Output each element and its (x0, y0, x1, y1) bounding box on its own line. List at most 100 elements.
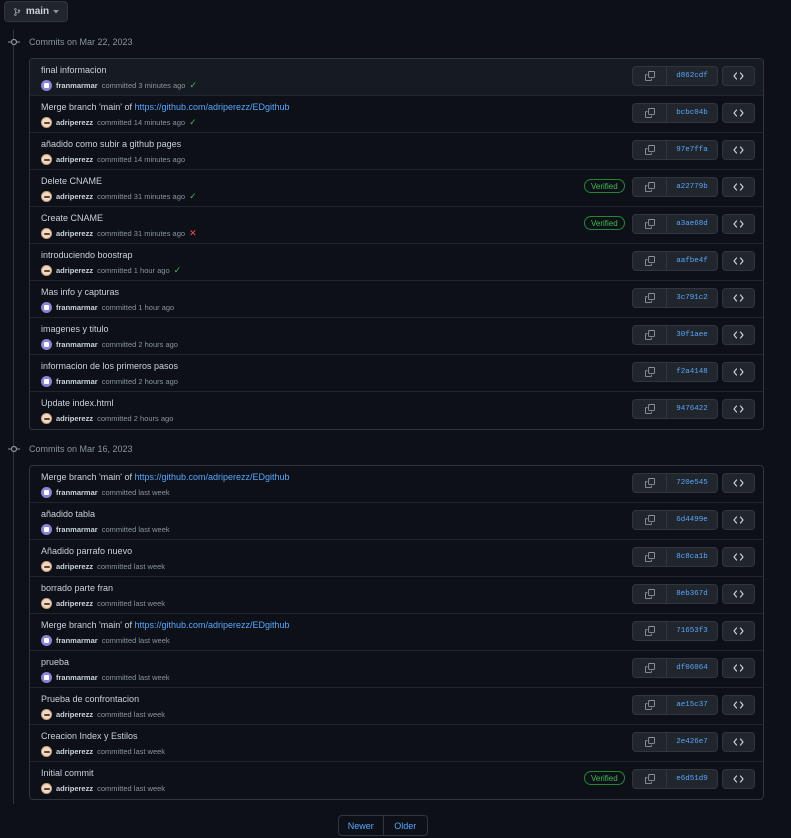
avatar[interactable] (41, 746, 52, 757)
avatar[interactable] (41, 561, 52, 572)
commit-message[interactable]: Create CNAME (41, 213, 103, 223)
commit-sha-link[interactable]: 720e545 (667, 474, 717, 492)
commit-sha-link[interactable]: 97e7ffa (667, 141, 717, 159)
avatar[interactable] (41, 80, 52, 91)
copy-sha-button[interactable] (633, 141, 667, 159)
copy-sha-button[interactable] (633, 104, 667, 122)
commit-message[interactable]: borrado parte fran (41, 583, 113, 593)
commit-sha-link[interactable]: 6d4499e (667, 511, 717, 529)
newer-button[interactable]: Newer (339, 816, 384, 835)
commit-sha-link[interactable]: a22779b (667, 178, 717, 196)
avatar[interactable] (41, 117, 52, 128)
copy-sha-button[interactable] (633, 548, 667, 566)
commit-author[interactable]: adriperezz (56, 747, 93, 756)
check-icon[interactable]: ✓ (189, 117, 197, 128)
commit-sha-link[interactable]: aafbe4f (667, 252, 717, 270)
commit-author[interactable]: franmarmar (56, 340, 98, 349)
avatar[interactable] (41, 339, 52, 350)
commit-title[interactable]: Merge branch 'main' of (41, 102, 134, 112)
copy-sha-button[interactable] (633, 400, 667, 418)
commit-sha-link[interactable]: 2e426e7 (667, 733, 717, 751)
copy-sha-button[interactable] (633, 733, 667, 751)
commit-message[interactable]: informacion de los primeros pasos (41, 361, 178, 371)
browse-repo-button[interactable] (722, 658, 755, 678)
browse-repo-button[interactable] (722, 214, 755, 234)
commit-message[interactable]: Añadido parrafo nuevo (41, 546, 132, 556)
commit-message[interactable]: introduciendo boostrap (41, 250, 133, 260)
commit-message[interactable]: Prueba de confrontacion (41, 694, 139, 704)
commit-title[interactable]: Merge branch 'main' of (41, 620, 134, 630)
commit-title[interactable]: Delete CNAME (41, 176, 102, 186)
check-icon[interactable]: ✓ (189, 80, 197, 91)
commit-author[interactable]: adriperezz (56, 599, 93, 608)
commit-title[interactable]: Update index.html (41, 398, 114, 408)
browse-repo-button[interactable] (722, 288, 755, 308)
check-icon[interactable]: ✓ (189, 191, 197, 202)
commit-title[interactable]: imagenes y titulo (41, 324, 109, 334)
commit-author[interactable]: adriperezz (56, 192, 93, 201)
copy-sha-button[interactable] (633, 511, 667, 529)
verified-badge[interactable]: Verified (584, 771, 625, 785)
browse-repo-button[interactable] (722, 103, 755, 123)
copy-sha-button[interactable] (633, 696, 667, 714)
browse-repo-button[interactable] (722, 177, 755, 197)
commit-title[interactable]: añadido tabla (41, 509, 95, 519)
avatar[interactable] (41, 228, 52, 239)
browse-repo-button[interactable] (722, 695, 755, 715)
commit-title[interactable]: añadido como subir a github pages (41, 139, 181, 149)
commit-message[interactable]: Merge branch 'main' of https://github.co… (41, 102, 290, 112)
commit-message[interactable]: Update index.html (41, 398, 114, 408)
commit-message[interactable]: añadido como subir a github pages (41, 139, 181, 149)
copy-sha-button[interactable] (633, 215, 667, 233)
browse-repo-button[interactable] (722, 251, 755, 271)
commit-title[interactable]: Initial commit (41, 768, 94, 778)
commit-author[interactable]: adriperezz (56, 118, 93, 127)
commit-message[interactable]: Mas info y capturas (41, 287, 119, 297)
repo-link[interactable]: https://github.com/adriperezz/EDgithub (134, 620, 289, 630)
check-icon[interactable]: ✓ (174, 265, 182, 276)
commit-author[interactable]: adriperezz (56, 784, 93, 793)
commit-author[interactable]: adriperezz (56, 414, 93, 423)
commit-sha-link[interactable]: a3ae68d (667, 215, 717, 233)
browse-repo-button[interactable] (722, 621, 755, 641)
avatar[interactable] (41, 635, 52, 646)
browse-repo-button[interactable] (722, 399, 755, 419)
commit-message[interactable]: Delete CNAME (41, 176, 102, 186)
commit-sha-link[interactable]: f2a4148 (667, 363, 717, 381)
commit-title[interactable]: Mas info y capturas (41, 287, 119, 297)
commit-title[interactable]: Añadido parrafo nuevo (41, 546, 132, 556)
avatar[interactable] (41, 783, 52, 794)
commit-sha-link[interactable]: 30f1aee (667, 326, 717, 344)
copy-sha-button[interactable] (633, 659, 667, 677)
avatar[interactable] (41, 302, 52, 313)
commit-author[interactable]: adriperezz (56, 562, 93, 571)
avatar[interactable] (41, 265, 52, 276)
browse-repo-button[interactable] (722, 547, 755, 567)
commit-author[interactable]: franmarmar (56, 636, 98, 645)
browse-repo-button[interactable] (722, 325, 755, 345)
avatar[interactable] (41, 154, 52, 165)
copy-sha-button[interactable] (633, 585, 667, 603)
copy-sha-button[interactable] (633, 770, 667, 788)
commit-title[interactable]: prueba (41, 657, 69, 667)
browse-repo-button[interactable] (722, 769, 755, 789)
older-button[interactable]: Older (384, 816, 428, 835)
copy-sha-button[interactable] (633, 252, 667, 270)
commit-sha-link[interactable]: 8c8ca1b (667, 548, 717, 566)
commit-message[interactable]: prueba (41, 657, 69, 667)
avatar[interactable] (41, 487, 52, 498)
commit-author[interactable]: franmarmar (56, 525, 98, 534)
commit-author[interactable]: adriperezz (56, 155, 93, 164)
commit-author[interactable]: franmarmar (56, 303, 98, 312)
commit-sha-link[interactable]: ae15c37 (667, 696, 717, 714)
repo-link[interactable]: https://github.com/adriperezz/EDgithub (134, 102, 289, 112)
commit-author[interactable]: franmarmar (56, 377, 98, 386)
commit-sha-link[interactable]: bcbc04b (667, 104, 717, 122)
copy-sha-button[interactable] (633, 363, 667, 381)
avatar[interactable] (41, 524, 52, 535)
commit-sha-link[interactable]: df06064 (667, 659, 717, 677)
commit-sha-link[interactable]: 8eb367d (667, 585, 717, 603)
commit-message[interactable]: añadido tabla (41, 509, 95, 519)
browse-repo-button[interactable] (722, 362, 755, 382)
commit-title[interactable]: Merge branch 'main' of (41, 472, 134, 482)
